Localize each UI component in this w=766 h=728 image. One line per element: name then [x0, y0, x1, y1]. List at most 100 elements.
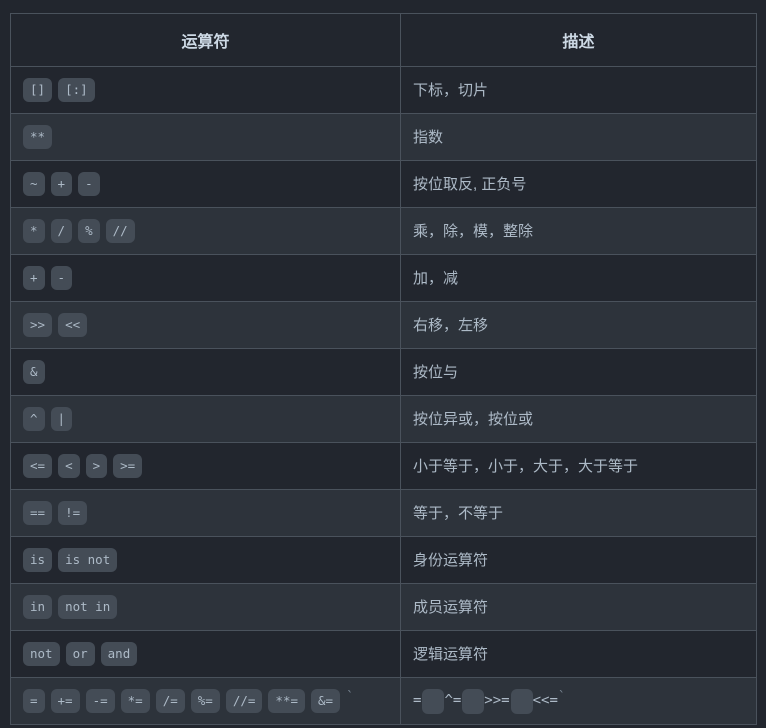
description-cell: 身份运算符: [400, 536, 757, 584]
operator-chip: >>: [23, 312, 53, 338]
description-cell: 加，减: [400, 254, 757, 302]
operator-chip: is not: [58, 547, 118, 573]
description-text: 按位取反, 正负号: [413, 175, 527, 193]
operator-chip: +: [50, 171, 73, 197]
operator-cell: ~ + -: [10, 160, 401, 208]
trailing-backtick: `: [557, 689, 566, 705]
operator-chip: %=: [190, 688, 220, 714]
operator-chip: =: [23, 688, 45, 714]
operator-chip: or: [65, 641, 95, 667]
table-body: [] [:] 下标，切片 ** 指数 ~ + - 按位取反, 正负号 * /%//乘，除，模，整除 +…: [10, 66, 757, 725]
operator-cell: + -: [10, 254, 401, 302]
page-root: 运算符 描述 [] [:] 下标，切片 ** 指数 ~ + - 按位取反, 正负号 * /%//乘，…: [0, 0, 766, 728]
operator-cell: &: [10, 348, 401, 396]
operator-chip: /=: [155, 688, 185, 714]
operator-chip: -: [50, 265, 73, 291]
operator-cell: <= < > >=: [10, 442, 401, 490]
description-cell: 下标，切片: [400, 66, 757, 114]
description-text: ^=: [444, 692, 462, 709]
table-row: in not in 成员运算符: [10, 583, 757, 631]
column-header-operator: 运算符: [10, 13, 401, 67]
table-row: * /%// 乘，除，模，整除: [10, 207, 757, 255]
operator-chip: not: [23, 641, 60, 667]
description-text: 逻辑运算符: [413, 645, 489, 663]
operator-chip: !=: [58, 500, 88, 526]
description-text: 右移，左移: [413, 316, 489, 334]
operator-chip: &: [23, 359, 45, 385]
trailing-backtick: `: [346, 689, 354, 705]
table-row: == != 等于，不等于: [10, 489, 757, 537]
table-row: is is not 身份运算符: [10, 536, 757, 584]
operator-chip: **=: [268, 688, 305, 714]
description-cell: 指数: [400, 113, 757, 161]
operator-chip: *: [23, 218, 45, 244]
description-cell: 按位取反, 正负号: [400, 160, 757, 208]
operator-cell: * /%//: [10, 207, 401, 255]
operator-chip: //=: [225, 688, 263, 714]
operator-chip: >: [85, 453, 108, 479]
operator-chip: -=: [85, 688, 115, 714]
table-row: & 按位与: [10, 348, 757, 396]
table-row: + - 加，减: [10, 254, 757, 302]
empty-code-chip: [462, 688, 485, 714]
description-text: >>=: [484, 692, 510, 709]
table-header: 运算符 描述: [10, 13, 757, 67]
table-row: ** 指数: [10, 113, 757, 161]
description-text: <<=: [532, 692, 558, 709]
operator-chip: +=: [50, 688, 80, 714]
operator-chip: <=: [23, 453, 53, 479]
description-text: =: [413, 692, 422, 709]
description-cell: 乘，除，模，整除: [400, 207, 757, 255]
operator-chip: +: [23, 265, 45, 291]
operator-chip: **: [23, 124, 53, 150]
operator-cell: in not in: [10, 583, 401, 631]
description-text: 下标，切片: [413, 81, 489, 99]
operator-chip: %: [78, 218, 100, 244]
description-text: 等于，不等于: [413, 504, 504, 522]
operator-cell: == !=: [10, 489, 401, 537]
description-text: 加，减: [413, 269, 459, 287]
operator-chip: |: [50, 406, 73, 432]
operator-chip: <<: [58, 312, 88, 338]
operator-chip: [:]: [58, 77, 95, 103]
description-text: 按位异或，按位或: [413, 410, 534, 428]
empty-code-chip: [510, 688, 533, 714]
table-row: [] [:] 下标，切片: [10, 66, 757, 114]
operator-chip: &=: [311, 688, 341, 714]
operator-cell: ^ |: [10, 395, 401, 443]
operator-chip: <: [58, 453, 80, 479]
description-text: 身份运算符: [413, 551, 489, 569]
description-cell: 按位异或，按位或: [400, 395, 757, 443]
operator-cell: is is not: [10, 536, 401, 584]
description-text: 成员运算符: [413, 598, 489, 616]
description-cell: 右移，左移: [400, 301, 757, 349]
operator-precedence-table: 运算符 描述 [] [:] 下标，切片 ** 指数 ~ + - 按位取反, 正负号 * /%//乘，…: [10, 13, 757, 725]
table-row: >> << 右移，左移: [10, 301, 757, 349]
description-cell: 按位与: [400, 348, 757, 396]
column-header-description: 描述: [400, 13, 757, 67]
description-text: 指数: [413, 128, 444, 146]
operator-cell: not or and: [10, 630, 401, 678]
operator-chip: is: [23, 547, 53, 573]
operator-chip: *=: [120, 688, 150, 714]
operator-chip: /: [50, 218, 73, 244]
description-text: 按位与: [413, 363, 459, 381]
description-cell: 成员运算符: [400, 583, 757, 631]
description-cell: 小于等于，小于，大于，大于等于: [400, 442, 757, 490]
empty-code-chip: [422, 688, 445, 714]
description-cell: 等于，不等于: [400, 489, 757, 537]
operator-chip: []: [23, 77, 53, 103]
table-row: = += -= *=/= %=//= **= &= ` = ^= >>= <<=`: [10, 677, 757, 725]
operator-chip: ^: [23, 406, 45, 432]
operator-cell: [] [:]: [10, 66, 401, 114]
operator-cell: **: [10, 113, 401, 161]
operator-chip: in: [23, 594, 53, 620]
description-text: 小于等于，小于，大于，大于等于: [413, 457, 639, 475]
operator-chip: and: [100, 641, 138, 667]
table-row: <= < > >= 小于等于，小于，大于，大于等于: [10, 442, 757, 490]
operator-chip: >=: [113, 453, 143, 479]
operator-cell: >> <<: [10, 301, 401, 349]
operator-chip: ~: [23, 171, 45, 197]
operator-chip: ==: [23, 500, 53, 526]
operator-chip: -: [78, 171, 100, 197]
